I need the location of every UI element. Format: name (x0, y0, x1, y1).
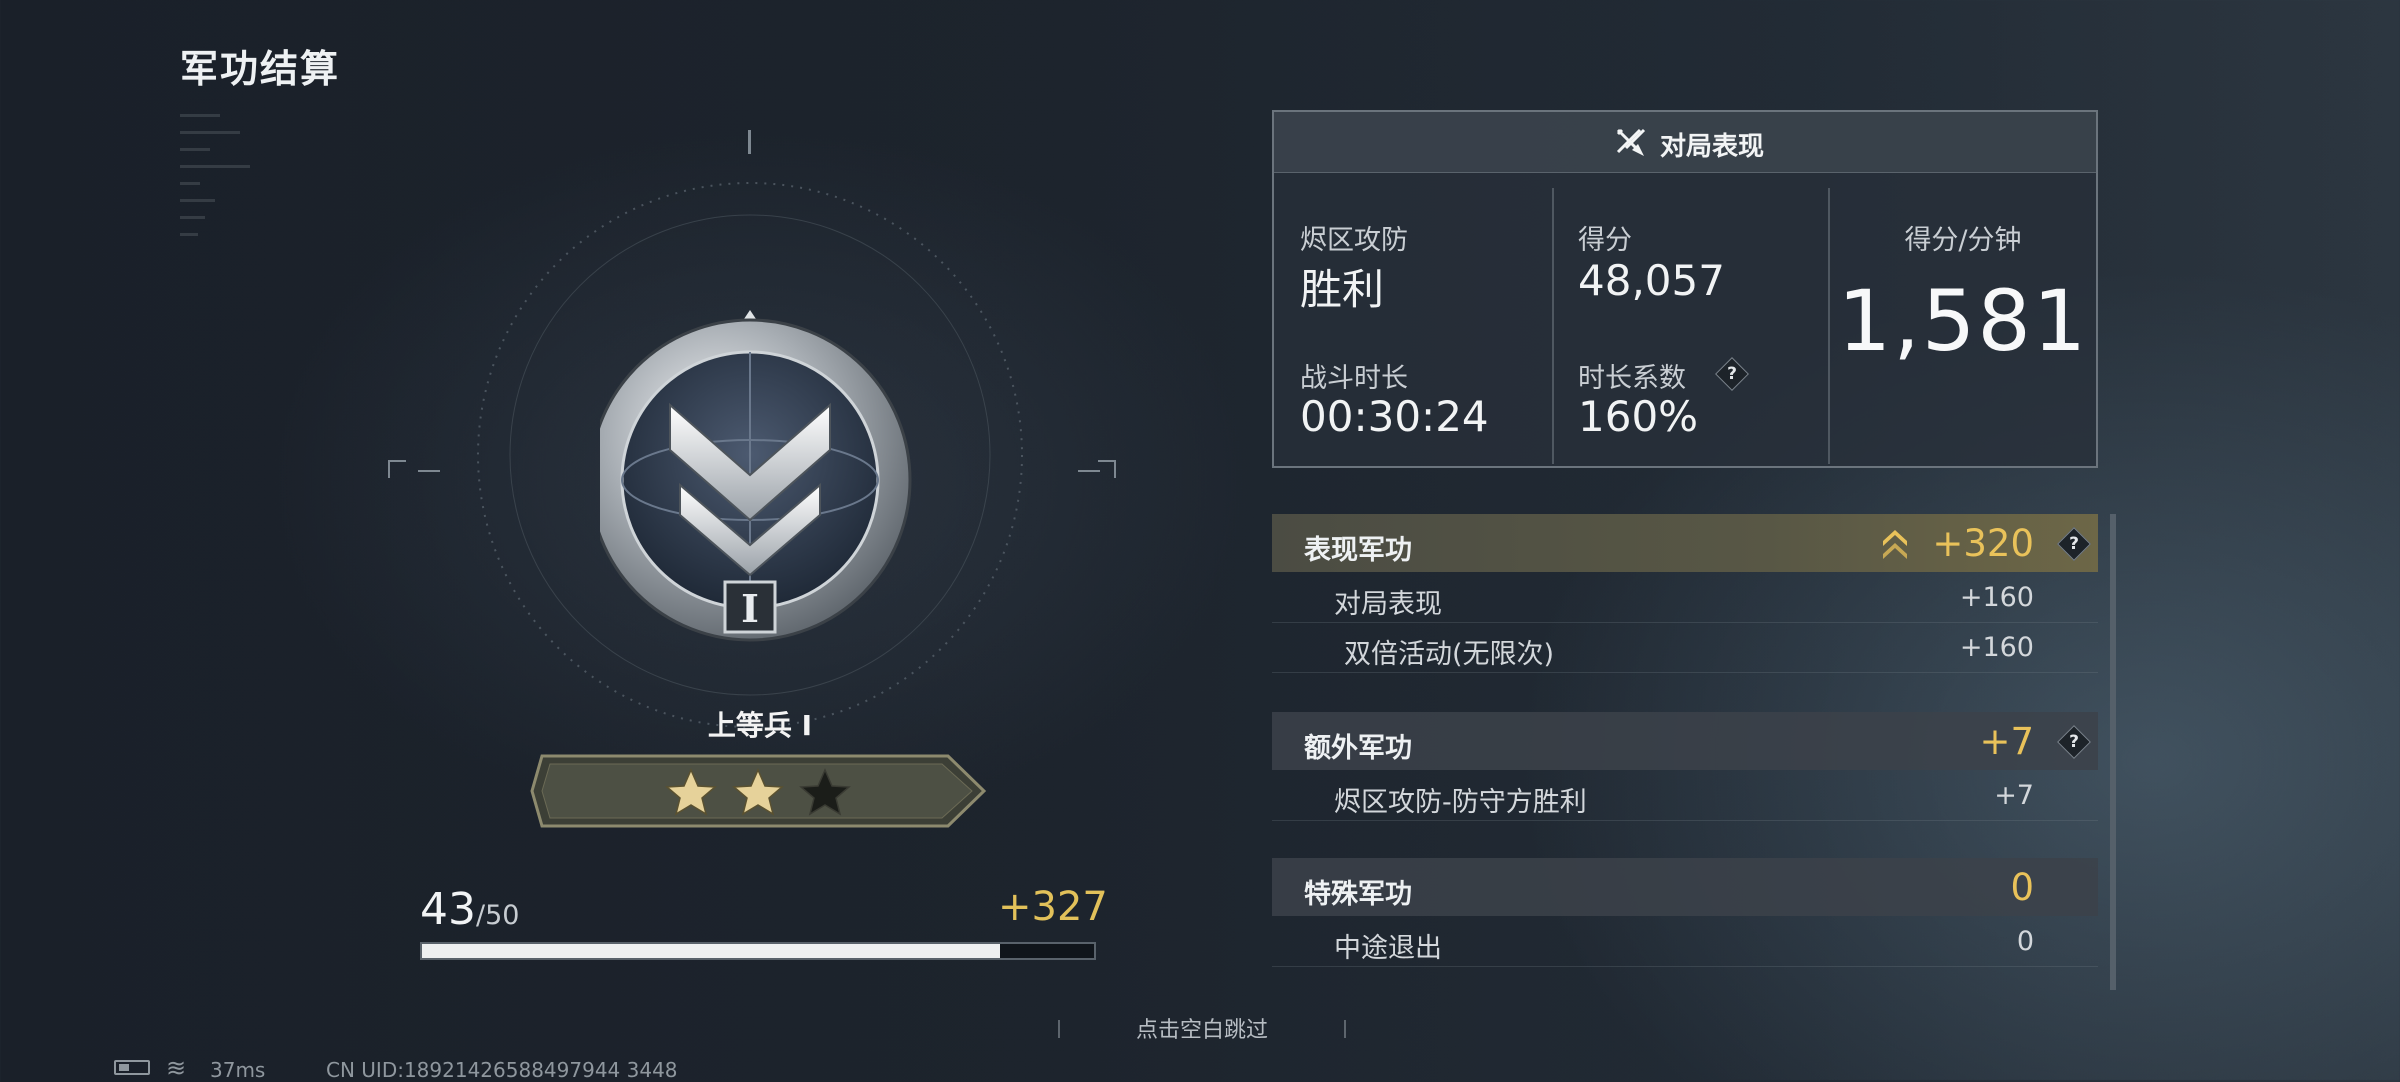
progress-max: /50 (476, 900, 520, 931)
panel-header-title: 对局表现 (1660, 132, 1765, 162)
skip-hint[interactable]: 点击空白跳过 (1058, 1012, 1346, 1044)
crossed-swords-icon (1616, 128, 1646, 156)
ping-value: 37ms (210, 1058, 266, 1082)
badge-numeral: I (741, 586, 759, 631)
progress-gain: +327 (998, 884, 1108, 930)
progress-fill (422, 944, 1000, 958)
rank-badge: I (600, 310, 912, 642)
time-coefficient-label: 时长系数 (1578, 363, 1686, 394)
merit-breakdown-list[interactable]: 表现军功 +320 ? 对局表现 +160 双倍活动(无限次) +160 额外军… (1272, 514, 2116, 990)
special-merit-row: 特殊军功 0 (1272, 858, 2098, 916)
help-icon[interactable]: ? (1715, 357, 1749, 391)
item-value: +160 (1959, 632, 2034, 663)
divider (1552, 188, 1554, 464)
section-value: +320 (1932, 522, 2034, 565)
rank-star-plate (530, 754, 987, 828)
tick-right (1078, 470, 1100, 472)
item-value: +160 (1959, 582, 2034, 613)
decorative-lines (180, 100, 300, 290)
item-label: 对局表现 (1334, 589, 1442, 620)
item-label: 双倍活动(无限次) (1344, 639, 1555, 670)
score-label: 得分 (1578, 225, 1632, 256)
extra-merit-row: 额外军功 +7 ? (1272, 712, 2098, 770)
match-performance-panel: 对局表现 烬区攻防 胜利 战斗时长 00:30:24 得分 48,057 时长系… (1272, 110, 2098, 468)
section-title: 特殊军功 (1304, 879, 1412, 910)
merit-item: 烬区攻防-防守方胜利 +7 (1272, 770, 2098, 821)
panel-header: 对局表现 (1274, 112, 2096, 173)
bracket-left (388, 460, 406, 478)
mode-label: 烬区攻防 (1300, 225, 1408, 256)
score-per-minute-label: 得分/分钟 (1904, 225, 2022, 256)
battle-time-value: 00:30:24 (1300, 392, 1489, 441)
score-per-minute-value: 1,581 (1837, 272, 2089, 370)
section-value: +7 (1979, 720, 2034, 763)
progress-bar (420, 942, 1096, 960)
tick-left (418, 470, 440, 472)
double-chevron-up-icon (1883, 530, 1907, 559)
section-title: 额外军功 (1304, 733, 1412, 764)
section-title: 表现军功 (1304, 535, 1412, 566)
rank-emblem-area: I (380, 130, 1120, 750)
item-label: 烬区攻防-防守方胜利 (1334, 787, 1587, 818)
merit-item: 中途退出 0 (1272, 916, 2098, 967)
page-title: 军功结算 (180, 47, 341, 91)
bracket-right (1098, 460, 1116, 478)
item-label: 中途退出 (1334, 933, 1442, 964)
rank-name: 上等兵 I (707, 709, 813, 742)
crosshair-tick-top (748, 130, 751, 154)
section-value: 0 (2010, 866, 2034, 909)
merit-item: 双倍活动(无限次) +160 (1272, 622, 2098, 673)
time-coefficient-value: 160% (1578, 392, 1699, 441)
user-uid: CN UID:18921426588497944 3448 (326, 1058, 678, 1082)
scrollbar[interactable] (2110, 514, 2116, 990)
progress-current: 43/50 (420, 884, 520, 935)
mode-result: 胜利 (1300, 265, 1385, 314)
item-value: 0 (2016, 926, 2034, 957)
merit-item: 对局表现 +160 (1272, 572, 2098, 623)
performance-merit-row: 表现军功 +320 ? (1272, 514, 2098, 572)
battle-time-label: 战斗时长 (1300, 363, 1408, 394)
item-value: +7 (1994, 780, 2034, 811)
wifi-icon: ≋ (166, 1054, 187, 1082)
score-value: 48,057 (1578, 256, 1725, 305)
battery-icon (114, 1060, 150, 1075)
